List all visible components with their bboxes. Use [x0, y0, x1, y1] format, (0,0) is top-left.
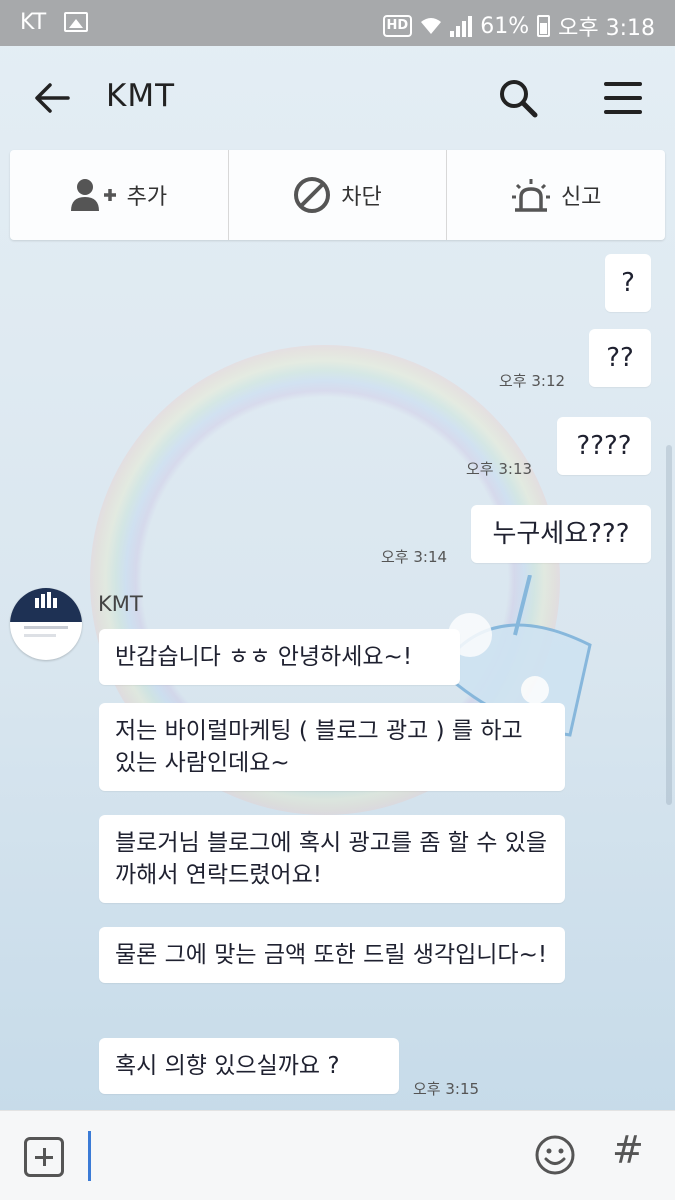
avatar[interactable]	[10, 588, 82, 660]
sent-message[interactable]: ??	[589, 329, 651, 387]
block-button[interactable]: 차단	[227, 150, 447, 240]
attach-plus-button[interactable]	[24, 1137, 64, 1177]
status-indicators: HD 61% 오후 3:18	[382, 10, 655, 42]
search-icon[interactable]	[496, 76, 540, 120]
add-friend-label: 추가	[126, 185, 168, 210]
wifi-icon	[421, 18, 442, 34]
block-label: 차단	[341, 185, 382, 210]
image-notification-icon	[64, 12, 88, 32]
menu-icon[interactable]	[604, 80, 642, 116]
battery-percent: 61%	[480, 13, 530, 39]
hashtag-search-button[interactable]: #	[612, 1128, 644, 1172]
report-button[interactable]: 신고	[446, 150, 665, 240]
sender-name: KMT	[98, 592, 143, 616]
chat-title: KMT	[106, 78, 176, 114]
sent-message[interactable]: ?	[605, 254, 651, 312]
emoji-icon[interactable]	[534, 1134, 576, 1176]
sent-message[interactable]: ????	[557, 417, 651, 475]
hd-voice-icon: HD	[382, 15, 413, 37]
sent-message[interactable]: 누구세요???	[471, 505, 651, 563]
message-input[interactable]	[88, 1131, 508, 1181]
scrollbar[interactable]	[666, 445, 672, 805]
message-time: 오후 3:14	[381, 548, 448, 566]
battery-icon	[537, 15, 551, 37]
chat-header: KMT	[0, 46, 675, 150]
clock: 오후 3:18	[558, 16, 655, 41]
block-icon	[294, 177, 331, 213]
message-time: 오후 3:13	[466, 460, 533, 478]
received-message[interactable]: 혹시 의향 있으실까요 ?	[99, 1038, 399, 1095]
signal-icon	[450, 15, 473, 37]
message-time: 오후 3:12	[499, 372, 566, 390]
friend-action-bar: 추가 차단 신고	[10, 150, 665, 240]
add-person-icon	[70, 179, 116, 211]
message-time: 오후 3:15	[413, 1080, 480, 1098]
siren-icon	[511, 179, 550, 212]
received-message[interactable]: 블로거님 블로그에 혹시 광고를 좀 할 수 있을까해서 연락드렸어요!	[99, 815, 565, 904]
company-logo-icon	[24, 592, 68, 637]
report-label: 신고	[560, 185, 602, 210]
status-bar: KT HD 61% 오후 3:18	[0, 0, 675, 46]
received-message[interactable]: 저는 바이럴마케팅 ( 블로그 광고 ) 를 하고 있는 사람인데요~	[99, 703, 565, 792]
add-friend-button[interactable]: 추가	[10, 150, 228, 240]
received-message[interactable]: 물론 그에 맞는 금액 또한 드릴 생각입니다~!	[99, 927, 565, 984]
back-arrow-icon[interactable]	[32, 78, 72, 118]
received-message[interactable]: 반갑습니다 ㅎㅎ 안녕하세요~!	[99, 629, 460, 686]
carrier-label: KT	[20, 10, 47, 35]
